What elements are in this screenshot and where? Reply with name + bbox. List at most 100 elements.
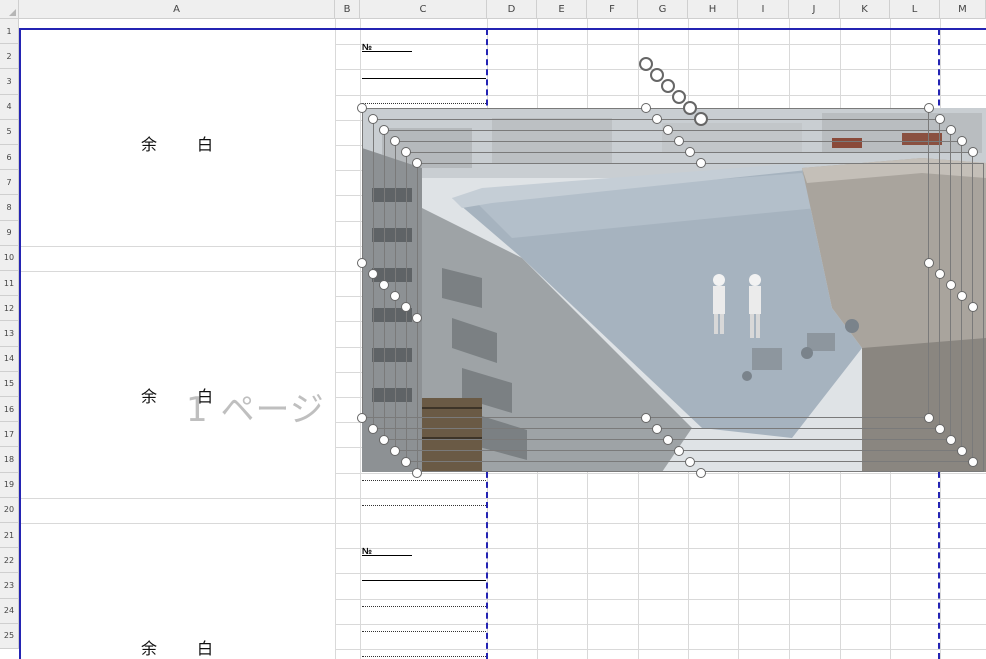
resize-handle[interactable] — [695, 158, 706, 168]
number-underline — [362, 51, 412, 52]
rotation-handle[interactable] — [649, 68, 664, 82]
resize-handle[interactable] — [684, 457, 695, 467]
row-header-19[interactable]: 19 — [0, 472, 19, 498]
row-header-16[interactable]: 16 — [0, 397, 19, 423]
row-header-18[interactable]: 18 — [0, 447, 19, 473]
row-header-3[interactable]: 3 — [0, 69, 19, 95]
row-gridline — [335, 472, 986, 474]
resize-handle[interactable] — [924, 258, 934, 268]
resize-handle[interactable] — [368, 114, 378, 124]
resize-handle[interactable] — [368, 269, 378, 279]
select-all-corner[interactable] — [0, 0, 19, 19]
blank-char: 余 — [140, 639, 157, 658]
resize-handle[interactable] — [368, 424, 378, 434]
spreadsheet[interactable]: ABCDEFGHIJKLM 1 2 3 4 5 6 7 8 9 10 11 12 13 14 15 16 17 1… — [0, 0, 986, 659]
column-header-I[interactable]: I — [738, 0, 789, 19]
resize-handle[interactable] — [957, 446, 967, 456]
column-header-L[interactable]: L — [890, 0, 940, 19]
column-header-G[interactable]: G — [638, 0, 688, 19]
row-header-20[interactable]: 20 — [0, 497, 19, 523]
resize-handle[interactable] — [401, 457, 411, 467]
resize-handle[interactable] — [924, 103, 934, 113]
resize-handle[interactable] — [662, 125, 673, 135]
row-header-24[interactable]: 24 — [0, 598, 19, 624]
row-header-14[interactable]: 14 — [0, 346, 19, 372]
row-header-15[interactable]: 15 — [0, 371, 19, 397]
blank-char: 余 — [140, 135, 157, 154]
resize-handle[interactable] — [673, 446, 684, 456]
column-header-J[interactable]: J — [789, 0, 840, 19]
row-header-22[interactable]: 22 — [0, 548, 19, 574]
row-header-4[interactable]: 4 — [0, 94, 19, 120]
row-header-23[interactable]: 23 — [0, 573, 19, 599]
resize-handle[interactable] — [968, 302, 978, 312]
resize-handle[interactable] — [957, 136, 967, 146]
resize-handle[interactable] — [390, 291, 400, 301]
rotation-handle[interactable] — [693, 112, 708, 126]
page-watermark: 1 ページ — [186, 390, 325, 430]
resize-handle[interactable] — [357, 103, 367, 113]
row-header-11[interactable]: 11 — [0, 271, 19, 297]
row-header-13[interactable]: 13 — [0, 321, 19, 347]
column-header-E[interactable]: E — [537, 0, 587, 19]
resize-handle[interactable] — [673, 136, 684, 146]
column-header-M[interactable]: M — [940, 0, 986, 19]
resize-handle[interactable] — [640, 413, 651, 423]
rotation-handle[interactable] — [682, 101, 697, 115]
row-header-17[interactable]: 17 — [0, 422, 19, 448]
resize-handle[interactable] — [357, 258, 367, 268]
resize-handle[interactable] — [935, 269, 945, 279]
row-header-1[interactable]: 1 — [0, 19, 19, 45]
resize-handle[interactable] — [379, 280, 389, 290]
row-header-10[interactable]: 10 — [0, 245, 19, 271]
resize-handle[interactable] — [379, 435, 389, 445]
resize-handle[interactable] — [662, 435, 673, 445]
resize-handle[interactable] — [651, 424, 662, 434]
row-header-25[interactable]: 25 — [0, 623, 19, 649]
resize-handle[interactable] — [412, 158, 422, 168]
resize-handle[interactable] — [946, 435, 956, 445]
resize-handle[interactable] — [946, 125, 956, 135]
dotted-line — [362, 505, 486, 506]
row-header-12[interactable]: 12 — [0, 296, 19, 322]
resize-handle[interactable] — [935, 114, 945, 124]
resize-handle[interactable] — [684, 147, 695, 157]
resize-handle[interactable] — [412, 468, 422, 478]
resize-handle[interactable] — [968, 147, 978, 157]
column-header-A[interactable]: A — [19, 0, 335, 19]
resize-handle[interactable] — [935, 424, 945, 434]
resize-handle[interactable] — [968, 457, 978, 467]
rotation-handle[interactable] — [638, 57, 653, 71]
row-header-2[interactable]: 2 — [0, 44, 19, 70]
resize-handle[interactable] — [957, 291, 967, 301]
row-header-6[interactable]: 6 — [0, 145, 19, 171]
rotation-handle[interactable] — [660, 79, 675, 93]
column-header-B[interactable]: B — [335, 0, 360, 19]
resize-handle[interactable] — [357, 413, 367, 423]
column-header-C[interactable]: C — [360, 0, 487, 19]
column-header-F[interactable]: F — [587, 0, 638, 19]
resize-handle[interactable] — [379, 125, 389, 135]
resize-handle[interactable] — [695, 468, 706, 478]
inserted-photo[interactable] — [362, 108, 986, 472]
resize-handle[interactable] — [401, 147, 411, 157]
photo-rooftop-construction-icon — [362, 108, 986, 472]
row-header-8[interactable]: 8 — [0, 195, 19, 221]
resize-handle[interactable] — [412, 313, 422, 323]
row-header-7[interactable]: 7 — [0, 170, 19, 196]
resize-handle[interactable] — [946, 280, 956, 290]
row-header-9[interactable]: 9 — [0, 220, 19, 246]
rotation-handle[interactable] — [671, 90, 686, 104]
column-header-D[interactable]: D — [487, 0, 537, 19]
row-header-5[interactable]: 5 — [0, 119, 19, 145]
resize-handle[interactable] — [924, 413, 934, 423]
column-header-H[interactable]: H — [688, 0, 738, 19]
resize-handle[interactable] — [401, 302, 411, 312]
resize-handle[interactable] — [640, 103, 651, 113]
column-header-K[interactable]: K — [840, 0, 890, 19]
resize-handle[interactable] — [390, 136, 400, 146]
resize-handle[interactable] — [390, 446, 400, 456]
dotted-line — [362, 103, 486, 104]
resize-handle[interactable] — [651, 114, 662, 124]
row-header-21[interactable]: 21 — [0, 523, 19, 549]
